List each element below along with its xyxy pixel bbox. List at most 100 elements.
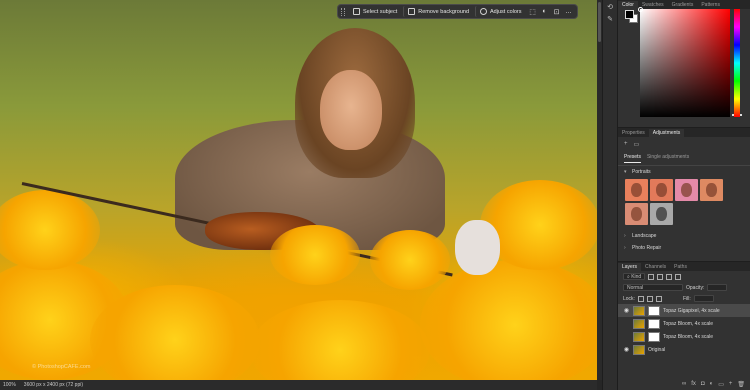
layer-filter-row: ⌕ Kind xyxy=(618,271,750,282)
adjustment-filter-icon[interactable] xyxy=(657,273,664,280)
hue-slider-handle[interactable] xyxy=(732,114,742,116)
eye-icon[interactable]: ◉ xyxy=(623,346,630,353)
select-subject-label: Select subject xyxy=(363,8,398,15)
preset-thumbnail[interactable] xyxy=(625,203,648,225)
preset-thumbnail[interactable] xyxy=(625,179,648,201)
subject-hand xyxy=(455,220,500,275)
layer-kind-filter[interactable]: ⌕ Kind xyxy=(623,273,646,280)
color-field[interactable] xyxy=(640,9,730,117)
layer-row[interactable]: ◉ Original xyxy=(618,343,750,356)
foreground-color-swatch[interactable] xyxy=(625,10,634,19)
more-options-button[interactable]: ... xyxy=(564,7,574,17)
preset-thumbnail[interactable] xyxy=(675,179,698,201)
mask-icon[interactable]: ◘ xyxy=(701,381,705,388)
layer-thumbnail xyxy=(633,305,645,316)
lock-pixels-icon[interactable] xyxy=(637,295,644,302)
group-landscape-label: Landscape xyxy=(632,233,657,239)
blend-row: Normal Opacity: xyxy=(618,282,750,293)
layer-mask-thumbnail[interactable] xyxy=(648,318,660,329)
brush-settings-icon[interactable]: ✎ xyxy=(605,15,615,24)
blend-mode-select[interactable]: Normal xyxy=(623,284,683,291)
adjust-colors-button[interactable]: Adjust colors xyxy=(475,6,526,17)
tab-color[interactable]: Color xyxy=(618,1,638,9)
kind-label: Kind xyxy=(631,274,642,280)
tab-gradients[interactable]: Gradients xyxy=(668,1,698,9)
fill-field[interactable] xyxy=(693,295,714,302)
preset-thumbnail[interactable] xyxy=(650,203,673,225)
crop-icon[interactable]: ⊡ xyxy=(552,7,562,17)
remove-background-button[interactable]: Remove background xyxy=(403,6,473,17)
tab-layers[interactable]: Layers xyxy=(618,263,642,271)
tab-paths[interactable]: Paths xyxy=(670,263,691,271)
flower-bloom xyxy=(370,230,450,290)
panel-dock: Color Swatches Gradients Patterns Proper… xyxy=(618,0,750,390)
color-panel: Color Swatches Gradients Patterns xyxy=(618,0,750,127)
tab-properties[interactable]: Properties xyxy=(618,129,649,137)
document-canvas[interactable]: © PhotoshopCAFE.com Select subject Remov… xyxy=(0,0,597,380)
adjustment-icon[interactable]: ◐ xyxy=(540,7,550,17)
adjustment-layer-icon[interactable]: ◐ xyxy=(710,381,714,388)
flower-bloom xyxy=(250,300,430,380)
group-icon[interactable]: ▭ xyxy=(718,381,724,388)
drag-handle-icon[interactable] xyxy=(341,7,345,16)
group-photo-repair[interactable]: › Photo Repair xyxy=(618,242,750,254)
layer-thumbnail xyxy=(633,344,645,355)
layer-row[interactable]: ◉ Topaz Gigapixel, 4x scale xyxy=(618,304,750,317)
remove-background-label: Remove background xyxy=(418,8,470,15)
tab-adjustments[interactable]: Adjustments xyxy=(648,129,685,137)
layer-mask-thumbnail[interactable] xyxy=(648,331,660,342)
add-icon[interactable]: + xyxy=(624,141,628,148)
layers-footer: ∞ fx ◘ ◐ ▭ + 🗑 xyxy=(682,381,745,388)
trash-icon[interactable]: 🗑 xyxy=(737,381,745,388)
layer-row[interactable]: Topaz Bloom, 4x scale xyxy=(618,330,750,343)
select-subject-button[interactable]: Select subject xyxy=(349,6,401,17)
adjustments-subtabs: Presets Single adjustments xyxy=(618,152,750,166)
opacity-field[interactable] xyxy=(707,284,728,291)
contextual-task-bar: Select subject Remove background Adjust … xyxy=(337,4,578,19)
fx-icon[interactable]: fx xyxy=(691,381,696,388)
layer-row[interactable]: Topaz Bloom, 4x scale xyxy=(618,317,750,330)
link-icon[interactable]: ∞ xyxy=(682,381,686,388)
layer-name: Topaz Bloom, 4x scale xyxy=(663,333,714,340)
transform-icon[interactable]: ⬚ xyxy=(528,7,538,17)
group-portraits[interactable]: ▾ Portraits xyxy=(618,166,750,178)
shape-filter-icon[interactable] xyxy=(675,273,682,280)
folder-icon[interactable]: ▭ xyxy=(634,141,640,148)
tab-presets[interactable]: Presets xyxy=(624,154,641,163)
layers-panel: Layers Channels Paths ⌕ Kind Normal Opac… xyxy=(618,261,750,390)
group-photo-repair-label: Photo Repair xyxy=(632,245,662,251)
layer-name: Topaz Bloom, 4x scale xyxy=(663,320,714,327)
hue-slider[interactable] xyxy=(734,9,740,117)
layer-mask-thumbnail[interactable] xyxy=(648,305,660,316)
preset-thumbnail[interactable] xyxy=(700,179,723,201)
type-filter-icon[interactable] xyxy=(666,273,673,280)
lock-position-icon[interactable] xyxy=(646,295,653,302)
zoom-level[interactable]: 100% xyxy=(3,382,16,388)
history-icon[interactable]: ⟲ xyxy=(605,3,615,12)
adjust-colors-icon xyxy=(480,8,488,15)
chevron-down-icon: ▾ xyxy=(624,169,627,175)
new-layer-icon[interactable]: + xyxy=(729,381,733,388)
layer-name: Original xyxy=(648,346,666,353)
fill-label: Fill: xyxy=(682,295,691,302)
pixel-filter-icon[interactable] xyxy=(648,273,655,280)
tab-single-adjustments[interactable]: Single adjustments xyxy=(647,154,689,163)
portrait-presets xyxy=(618,178,750,226)
lock-label: Lock: xyxy=(623,295,635,302)
group-portraits-label: Portraits xyxy=(632,169,651,175)
color-picker-marker[interactable] xyxy=(638,7,643,12)
subject-face xyxy=(320,70,382,150)
remove-background-icon xyxy=(408,8,416,15)
flower-bloom xyxy=(90,285,260,380)
tab-patterns[interactable]: Patterns xyxy=(697,1,724,9)
eye-icon[interactable]: ◉ xyxy=(623,307,630,314)
adjustments-toolbar: + ▭ xyxy=(618,137,750,152)
group-landscape[interactable]: › Landscape xyxy=(618,230,750,242)
preset-thumbnail[interactable] xyxy=(650,179,673,201)
lock-all-icon[interactable] xyxy=(655,295,662,302)
status-bar: 100% 3600 px x 2400 px (72 ppi) xyxy=(0,380,597,390)
adjustments-panel: Properties Adjustments + ▭ Presets Singl… xyxy=(618,127,750,261)
scrollbar-thumb[interactable] xyxy=(598,2,601,42)
layer-name: Topaz Gigapixel, 4x scale xyxy=(663,307,720,314)
tab-channels[interactable]: Channels xyxy=(641,263,670,271)
